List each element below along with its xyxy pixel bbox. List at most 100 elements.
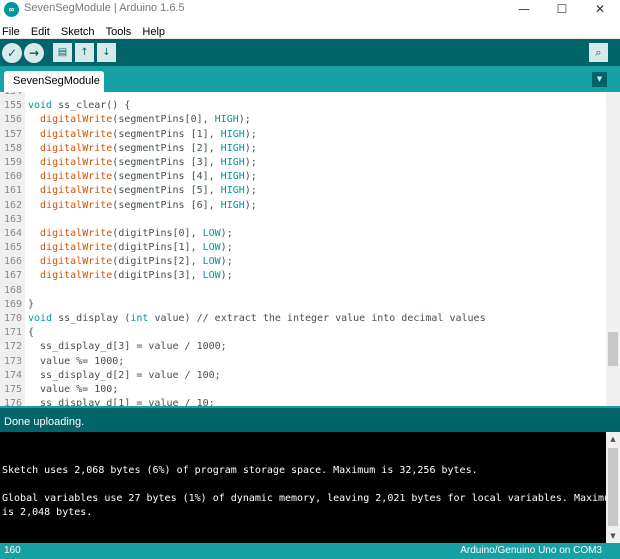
editor-scrollbar[interactable] (606, 92, 620, 406)
menu-tools[interactable]: Tools (106, 23, 132, 38)
console-line: Global variables use 27 bytes (1%) of dy… (2, 493, 617, 504)
scroll-up-arrow-icon[interactable]: ▲ (606, 432, 620, 446)
code-token: value %= 1000; (28, 355, 125, 367)
line-number: 170 (3, 313, 22, 324)
code-token: digitalWrite (40, 142, 113, 154)
code-token: (segmentPins [2], (112, 142, 221, 154)
code-token: // extract the integer value into decima… (196, 313, 486, 324)
code-line: 166 digitalWrite(digitPins[2], LOW); (0, 255, 606, 269)
line-number: 167 (3, 270, 22, 282)
code-token: ); (244, 128, 257, 140)
console-scrollbar-thumb[interactable] (608, 448, 618, 526)
code-token: ); (244, 142, 257, 154)
new-file-icon: ▤ (57, 47, 68, 58)
code-token: (segmentPins[0], (112, 114, 215, 126)
code-line: 173 value %= 1000; (0, 355, 606, 369)
code-token: HIGH (220, 171, 245, 183)
minimize-button[interactable]: — (506, 0, 542, 20)
code-token: ); (244, 156, 257, 168)
code-line: 172 ss_display_d[3] = value / 1000; (0, 340, 606, 354)
new-sketch-button[interactable]: ▤ (53, 43, 72, 62)
serial-monitor-button[interactable]: ⌕ (589, 43, 608, 62)
code-token: void (28, 100, 53, 112)
open-sketch-button[interactable]: ↑ (75, 43, 94, 62)
code-token: { (28, 327, 35, 339)
line-number: 164 (3, 227, 22, 239)
bottom-status-bar: 160 Arduino/Genuino Uno on COM3 (0, 543, 620, 559)
maximize-button[interactable]: ☐ (544, 0, 580, 20)
code-token: digitalWrite (40, 128, 113, 140)
line-number: 156 (3, 114, 22, 126)
line-number: 166 (3, 256, 22, 268)
line-number: 154 (0, 92, 22, 99)
verify-button[interactable]: ✓ (2, 43, 22, 63)
code-token: (segmentPins [6], (112, 199, 221, 211)
menu-help[interactable]: Help (142, 23, 165, 38)
code-token: ); (244, 171, 257, 183)
line-number: 160 (3, 171, 22, 183)
line-number: 158 (3, 142, 22, 154)
line-number: 169 (3, 298, 22, 310)
code-line: 157 digitalWrite(segmentPins [1], HIGH); (0, 128, 606, 142)
scroll-down-arrow-icon[interactable]: ▼ (606, 529, 620, 543)
line-number: 159 (3, 156, 22, 168)
title-bar: ∞ SevenSegModule | Arduino 1.6.5 — ☐ ✕ (0, 0, 620, 20)
code-token: LOW (202, 256, 221, 268)
code-editor[interactable]: 154155void ss_clear() {156 digitalWrite(… (0, 92, 620, 406)
line-number: 174 (3, 369, 22, 381)
code-line: 163 (0, 213, 606, 227)
line-number: 162 (3, 199, 22, 211)
save-sketch-button[interactable]: ↓ (97, 43, 116, 62)
editor-scrollbar-thumb[interactable] (608, 332, 618, 366)
code-token: void (28, 313, 53, 324)
line-number: 155 (3, 100, 22, 112)
arrow-up-icon: ↑ (80, 47, 89, 58)
code-token: ss_display ( (52, 313, 131, 324)
upload-button[interactable]: → (24, 43, 44, 63)
code-token: digitalWrite (40, 256, 113, 268)
arduino-logo-icon: ∞ (4, 2, 19, 17)
code-line: 162 digitalWrite(segmentPins [6], HIGH); (0, 199, 606, 213)
code-token: ); (238, 114, 251, 126)
line-number: 175 (3, 383, 22, 395)
code-line: 168 (0, 284, 606, 298)
code-line: 165 digitalWrite(digitPins[1], LOW); (0, 241, 606, 255)
code-token: LOW (202, 227, 221, 239)
code-token: ss_display_d[1] = value / 10; (28, 398, 215, 406)
menu-edit[interactable]: Edit (31, 23, 50, 38)
code-line: 170 void ss_display (int value) // extrac… (0, 312, 606, 326)
line-number: 168 (3, 284, 22, 296)
code-token: LOW (202, 270, 221, 282)
code-token: int (130, 313, 149, 324)
code-token: ); (244, 199, 257, 211)
menu-sketch[interactable]: Sketch (61, 23, 95, 38)
close-button[interactable]: ✕ (582, 0, 618, 20)
line-number: 157 (3, 128, 22, 140)
menu-file[interactable]: File (2, 23, 20, 38)
tab-sevensegmodule[interactable]: SevenSegModule (4, 71, 104, 92)
console-output[interactable]: Sketch uses 2,068 bytes (6%) of program … (0, 432, 620, 543)
code-token: ); (220, 270, 233, 282)
code-token: HIGH (220, 199, 245, 211)
check-icon: ✓ (6, 46, 18, 60)
tab-menu-button[interactable]: ▼ (592, 72, 607, 87)
code-token: (segmentPins [5], (112, 185, 221, 197)
console-scrollbar[interactable]: ▲ ▼ (606, 432, 620, 543)
code-lines: 154155void ss_clear() {156 digitalWrite(… (0, 92, 606, 406)
code-token: digitalWrite (40, 114, 113, 126)
arrow-right-icon: → (28, 46, 40, 60)
code-token: digitalWrite (40, 242, 113, 254)
code-token: digitalWrite (40, 199, 113, 211)
arrow-down-icon: ↓ (102, 47, 111, 58)
code-token: ss_display_d[3] = value / 1000; (28, 341, 227, 353)
magnifier-icon: ⌕ (595, 46, 602, 59)
code-line: 158 digitalWrite(segmentPins [2], HIGH); (0, 142, 606, 156)
code-token: ); (244, 185, 257, 197)
menu-bar: File Edit Sketch Tools Help (0, 20, 620, 39)
